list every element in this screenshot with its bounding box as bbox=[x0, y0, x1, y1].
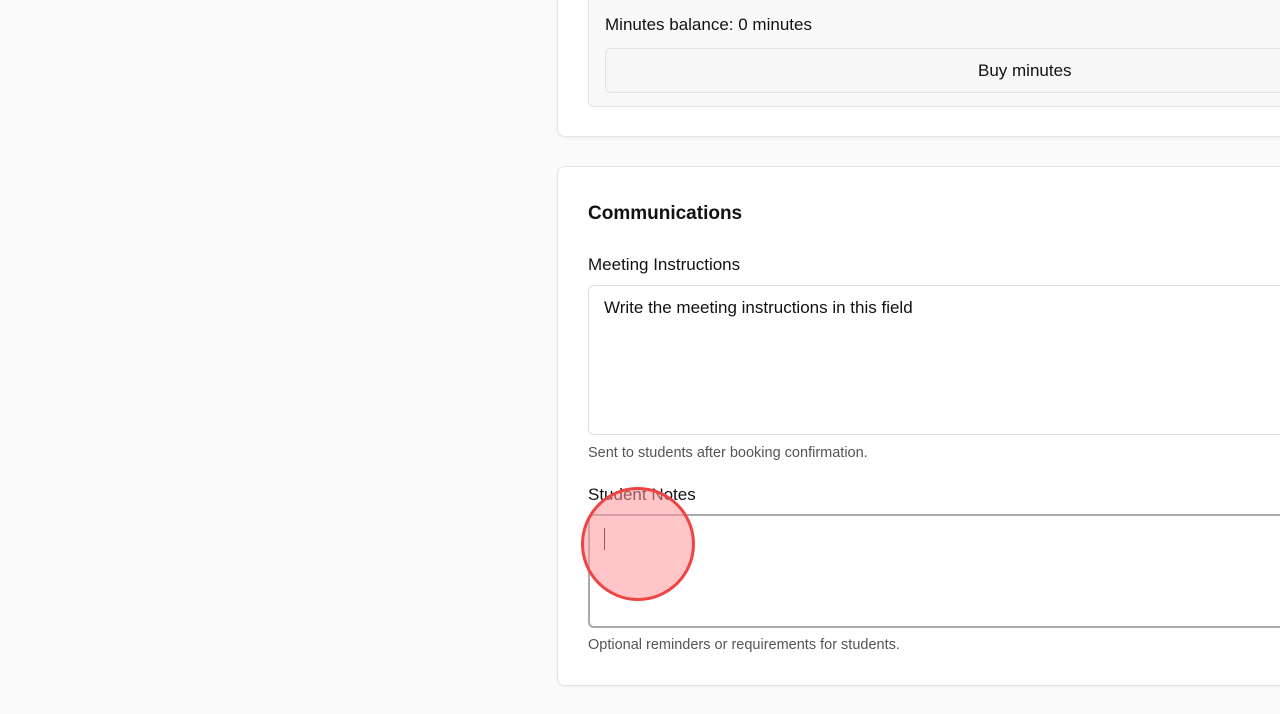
page: Minutes balance: 0 minutes Buy minutes C… bbox=[0, 0, 1280, 714]
text-cursor bbox=[604, 528, 605, 550]
student-notes-label: Student Notes bbox=[588, 485, 696, 504]
communications-title: Communications bbox=[588, 203, 743, 224]
minutes-balance-text: Minutes balance: 0 minutes bbox=[605, 15, 812, 34]
buy-minutes-button[interactable]: Buy minutes bbox=[605, 48, 1280, 93]
minutes-balance-panel: Minutes balance: 0 minutes Buy minutes bbox=[588, 0, 1280, 107]
student-notes-textarea[interactable] bbox=[588, 514, 1280, 628]
meeting-instructions-label: Meeting Instructions bbox=[588, 255, 741, 274]
meeting-instructions-helper: Sent to students after booking confirmat… bbox=[588, 445, 868, 461]
meeting-instructions-textarea[interactable] bbox=[588, 285, 1280, 435]
billing-card: Minutes balance: 0 minutes Buy minutes bbox=[557, 0, 1280, 137]
student-notes-helper: Optional reminders or requirements for s… bbox=[588, 637, 900, 653]
communications-card: Communications Meeting Instructions Sent… bbox=[557, 166, 1280, 686]
